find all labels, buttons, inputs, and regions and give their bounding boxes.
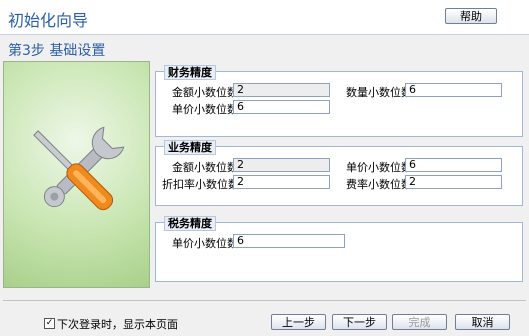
help-button[interactable]: 帮助 bbox=[445, 8, 497, 24]
window-title: 初始化向导 bbox=[8, 11, 89, 30]
prev-button[interactable]: 上一步 bbox=[271, 314, 326, 330]
group-legend: 税务精度 bbox=[164, 216, 216, 231]
finance-precision-group: 财务精度 金额小数位数* 2 数量小数位数* 6 单价小数位数* 6 bbox=[155, 65, 523, 137]
illustration-panel bbox=[3, 61, 150, 288]
tools-icon bbox=[33, 126, 125, 211]
step-title: 第3步 基础设置 bbox=[8, 43, 106, 59]
show-on-login-checkbox[interactable]: ✓ bbox=[44, 318, 55, 329]
fee-rate-decimals-field[interactable]: 2 bbox=[405, 175, 502, 189]
unit-price-decimals-field[interactable]: 6 bbox=[233, 234, 345, 248]
group-legend: 业务精度 bbox=[164, 140, 216, 155]
amount-decimals-field[interactable]: 2 bbox=[233, 83, 330, 97]
group-legend: 财务精度 bbox=[164, 65, 216, 80]
business-precision-group: 业务精度 金额小数位数* 2 单价小数位数* 6 折扣率小数位数* 2 费率小数… bbox=[155, 140, 523, 206]
cancel-button[interactable]: 取消 bbox=[455, 314, 510, 330]
unit-price-decimals-field[interactable]: 6 bbox=[233, 100, 330, 114]
discount-decimals-field[interactable]: 2 bbox=[233, 175, 330, 189]
footer-divider bbox=[3, 300, 526, 301]
unit-price-decimals-field[interactable]: 6 bbox=[405, 158, 502, 172]
finish-button[interactable]: 完成 bbox=[392, 314, 447, 330]
title-bar: 初始化向导 帮助 bbox=[0, 0, 529, 35]
tax-precision-group: 税务精度 单价小数位数* 6 bbox=[155, 216, 523, 282]
next-button[interactable]: 下一步 bbox=[332, 314, 387, 330]
quantity-decimals-field[interactable]: 6 bbox=[405, 83, 502, 97]
amount-decimals-field[interactable]: 2 bbox=[233, 158, 330, 172]
show-on-login-label: 下次登录时，显示本页面 bbox=[57, 318, 178, 331]
